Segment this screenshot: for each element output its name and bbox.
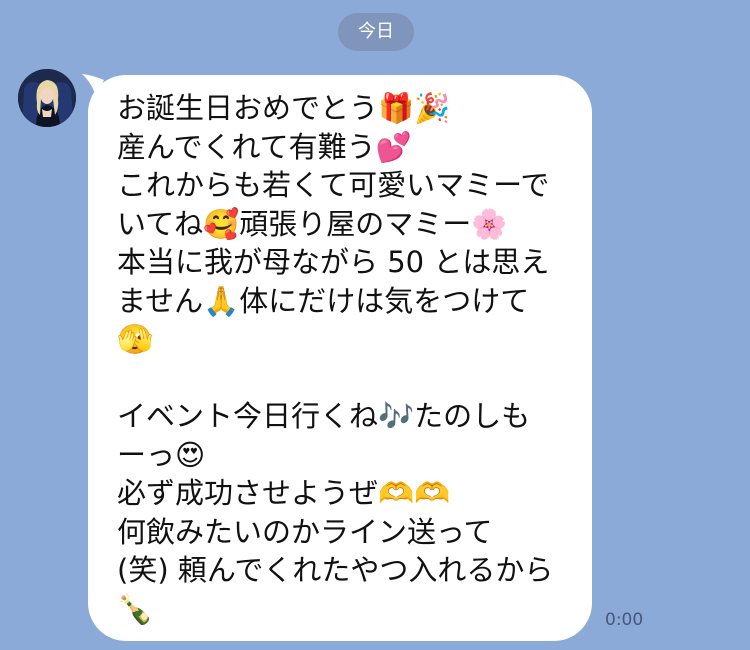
- date-separator-pill: 今日: [338, 13, 414, 51]
- message-line: 必ず成功させようぜ🫶🫶: [117, 476, 451, 510]
- message-text: お誕生日おめでとう🎁🎉 産んでくれて有難う💕 これからも若くて可愛いマミーで い…: [117, 89, 572, 628]
- message-line: 🫣: [117, 322, 154, 356]
- message-line: 🍾: [117, 591, 154, 626]
- message-line: お誕生日おめでとう🎁🎉: [117, 91, 451, 125]
- message-line: ーっ😍: [117, 437, 206, 472]
- message-line: 本当に我が母ながら 50 とは思え: [117, 245, 550, 279]
- message-line: (笑) 頼んでくれたやつ入れるから: [117, 553, 554, 587]
- avatar[interactable]: [18, 69, 76, 127]
- message-line: 産んでくれて有難う💕: [117, 129, 412, 164]
- message-bubble[interactable]: お誕生日おめでとう🎁🎉 産んでくれて有難う💕 これからも若くて可愛いマミーで い…: [88, 75, 592, 641]
- message-timestamp: 0:00: [605, 610, 644, 630]
- avatar-photo: [18, 69, 76, 127]
- message-line: いてね🥰頑張り屋のマミー🌸: [117, 206, 508, 241]
- message-line: これからも若くて可愛いマミーで: [117, 168, 550, 202]
- message-line: 何飲みたいのかライン送って: [117, 514, 493, 549]
- message-line: イベント今日行くね🎶たのしも: [117, 399, 531, 433]
- message-line: ません🙏体にだけは気をつけて: [117, 283, 530, 318]
